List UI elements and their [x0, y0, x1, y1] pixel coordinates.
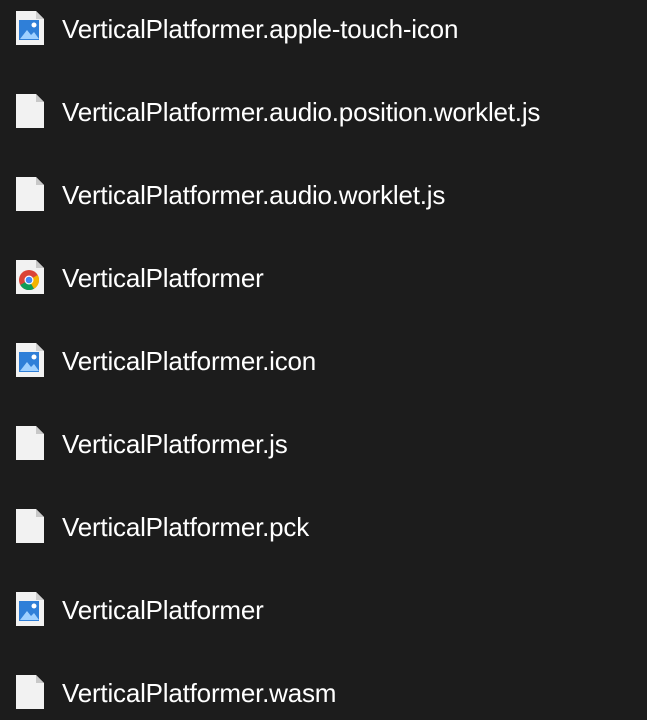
image-file-icon — [14, 591, 46, 627]
file-row[interactable]: VerticalPlatformer — [0, 249, 647, 305]
image-file-icon — [14, 10, 46, 46]
file-row[interactable]: VerticalPlatformer.audio.position.workle… — [0, 83, 647, 139]
file-name: VerticalPlatformer.js — [62, 429, 288, 459]
file-name: VerticalPlatformer — [62, 595, 264, 625]
file-row[interactable]: VerticalPlatformer.pck — [0, 498, 647, 554]
generic-file-icon — [14, 93, 46, 129]
file-name: VerticalPlatformer.pck — [62, 512, 310, 542]
file-name: VerticalPlatformer — [62, 263, 264, 293]
generic-file-icon — [14, 425, 46, 461]
file-name: VerticalPlatformer.apple-touch-icon — [62, 14, 459, 44]
generic-file-icon — [14, 176, 46, 212]
file-name: VerticalPlatformer.audio.worklet.js — [62, 180, 446, 210]
file-name: VerticalPlatformer.audio.position.workle… — [62, 97, 541, 127]
file-name: VerticalPlatformer.icon — [62, 346, 317, 376]
image-file-icon — [14, 342, 46, 378]
file-row[interactable]: VerticalPlatformer.wasm — [0, 664, 647, 720]
chrome-html-file-icon — [14, 259, 46, 295]
generic-file-icon — [14, 674, 46, 710]
generic-file-icon — [14, 508, 46, 544]
file-list: VerticalPlatformer.apple-touch-icon Vert… — [0, 0, 647, 709]
file-row[interactable]: VerticalPlatformer.js — [0, 415, 647, 471]
file-row[interactable]: VerticalPlatformer — [0, 581, 647, 637]
file-row[interactable]: VerticalPlatformer.apple-touch-icon — [0, 0, 647, 56]
file-row[interactable]: VerticalPlatformer.icon — [0, 332, 647, 388]
file-name: VerticalPlatformer.wasm — [62, 678, 337, 708]
file-row[interactable]: VerticalPlatformer.audio.worklet.js — [0, 166, 647, 222]
